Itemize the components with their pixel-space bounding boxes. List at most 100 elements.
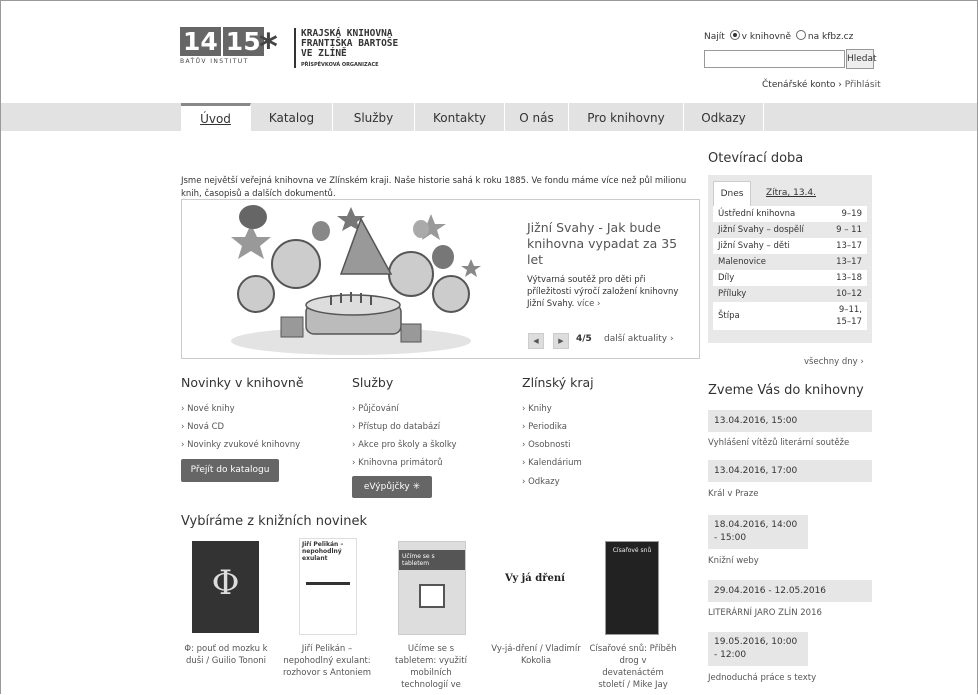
library-name[interactable]: KRAJSKÁ KNIHOVNA FRANTIŠKA BARTOŠE VE ZL… <box>301 29 398 59</box>
news-link-new-cds[interactable]: › Nová CD <box>181 422 224 432</box>
tab-o-nas[interactable]: O nás <box>505 103 569 131</box>
hours-time: 9–11, 15–17 <box>836 305 862 327</box>
book-caption-cisarove[interactable]: Císařové snů: Příběh drog v devatenáctém… <box>588 643 678 691</box>
radio-website[interactable] <box>795 30 806 40</box>
carousel-image[interactable] <box>181 199 521 357</box>
region-link-books[interactable]: › Knihy <box>522 404 552 414</box>
radio-library[interactable] <box>729 30 740 40</box>
events-heading: Zveme Vás do knihovny <box>708 383 864 398</box>
event-date: 13.04.2016, 15:00 <box>708 410 872 432</box>
evypujcky-button[interactable]: eVýpůjčky ✳ <box>352 476 432 498</box>
logo-bracket <box>294 28 299 68</box>
tablet-icon <box>419 584 445 608</box>
logo-box-15: 15 <box>222 27 264 56</box>
region-link-periodicals[interactable]: › Periodika <box>522 422 567 432</box>
event-title[interactable]: Jednoduchá práce s texty <box>708 673 816 683</box>
bata-institute-logo[interactable]: 14 15 BAŤŮV INSTITUT <box>180 27 266 65</box>
event-date: 18.04.2016, 14:00 - 15:00 <box>708 515 808 549</box>
region-link-persons[interactable]: › Osobnosti <box>522 440 571 450</box>
book-caption-pelikan[interactable]: Jiří Pelikán – nepohodlný exulant: rozho… <box>282 643 372 679</box>
search-input[interactable] <box>704 50 845 68</box>
book-cover-pelikan[interactable]: Jiří Pelikán – nepohodlný exulant <box>299 538 357 635</box>
news-heading: Novinky v knihovně <box>181 375 304 390</box>
hours-place: Jižní Svahy – děti <box>718 241 790 251</box>
news-link-audio[interactable]: › Novinky zvukové knihovny <box>181 440 300 450</box>
event-date: 13.04.2016, 17:00 <box>708 460 872 482</box>
hours-place: Štípa <box>718 311 740 321</box>
tab-uvod[interactable]: Úvod <box>181 103 251 131</box>
carousel-text: Výtvarná soutěž pro děti při příležitost… <box>527 274 687 310</box>
hours-time: 13–18 <box>836 273 862 283</box>
book-cover-cisarove[interactable]: Císařové snů <box>605 541 659 635</box>
radio-library-label: v knihovně <box>741 32 792 42</box>
catalog-button[interactable]: Přejít do katalogu <box>181 459 279 482</box>
hours-row: Malenovice 13–17 <box>713 254 867 270</box>
book-caption-phi[interactable]: Φ: pouť od mozku k duši / Guilio Tononi <box>181 643 271 667</box>
hours-row: Ústřední knihovna 9–19 <box>713 206 867 222</box>
library-name-line-3: VE ZLÍNĚ <box>301 48 347 59</box>
event-date: 29.04.2016 - 12.05.2016 <box>708 580 872 602</box>
radio-website-label: na kfbz.cz <box>807 32 854 42</box>
login-link[interactable]: Přihlásit <box>845 80 881 90</box>
tab-odkazy[interactable]: Odkazy <box>684 103 764 131</box>
library-subtitle: PŘÍSPĚVKOVÁ ORGANIZACE <box>301 62 379 68</box>
tab-pro-knihovny[interactable]: Pro knihovny <box>569 103 684 131</box>
services-link-mayors[interactable]: › Knihovna primátorů <box>352 458 443 468</box>
carousel-title[interactable]: Jižní Svahy - Jak bude knihovna vypadat … <box>527 220 687 268</box>
region-link-links[interactable]: › Odkazy <box>522 477 560 487</box>
search-button[interactable]: Hledat <box>846 49 877 69</box>
services-link-databases[interactable]: › Přístup do databází <box>352 422 440 432</box>
region-link-calendar[interactable]: › Kalendárium <box>522 458 582 468</box>
all-days-link[interactable]: všechny dny › <box>804 357 864 367</box>
services-link-schools[interactable]: › Akce pro školy a školky <box>352 440 457 450</box>
tab-today[interactable]: Dnes <box>713 181 751 206</box>
reader-account-link[interactable]: Čtenářské konto › <box>762 80 842 90</box>
book-picks-heading: Vybíráme z knižních novinek <box>181 514 367 529</box>
book-cover-pelikan-rule <box>306 582 350 585</box>
carousel-prev-icon[interactable]: ◀ <box>528 333 544 349</box>
tab-tomorrow[interactable]: Zítra, 13.4. <box>753 181 829 205</box>
carousel-next-icon[interactable]: ▶ <box>553 333 569 349</box>
event-title[interactable]: Knižní weby <box>708 556 759 566</box>
account-links: Čtenářské konto › Přihlásit <box>762 80 881 90</box>
hours-time: 10–12 <box>836 289 862 299</box>
hours-row: Díly 13–18 <box>713 270 867 286</box>
book-caption-tablet[interactable]: Učíme se s tabletem: využití mobilních t… <box>386 643 476 691</box>
book-cover-vyjadreni[interactable]: Vy já dření <box>497 573 573 584</box>
hours-place: Díly <box>718 273 735 283</box>
event-title[interactable]: Vyhlášení vítězů literární soutěže <box>708 438 849 448</box>
services-link-lending[interactable]: › Půjčování <box>352 404 399 414</box>
library-star-logo-icon[interactable]: * <box>259 30 278 66</box>
hours-row: Jižní Svahy – dospělí 9 – 11 <box>713 222 867 238</box>
hours-row: Štípa 9–11, 15–17 <box>713 302 867 330</box>
book-cover-phi[interactable]: Φ <box>192 541 259 633</box>
services-heading: Služby <box>352 375 394 390</box>
opening-hours-table: Ústřední knihovna 9–19 Jižní Svahy – dosp… <box>713 206 867 330</box>
tab-katalog[interactable]: Katalog <box>251 103 333 131</box>
search-scope: Najít v knihovně na kfbz.cz <box>704 30 853 42</box>
intro-text: Jsme největší veřejná knihovna ve Zlínsk… <box>181 176 687 199</box>
carousel-more-link[interactable]: více › <box>577 299 600 309</box>
book-caption-vyjadreni[interactable]: Vy-já-dření / Vladimír Kokolia <box>491 643 581 667</box>
event-title[interactable]: Král v Praze <box>708 489 758 499</box>
hours-row: Příluky 10–12 <box>713 286 867 302</box>
region-heading: Zlínský kraj <box>522 375 594 390</box>
book-cover-phi-symbol: Φ <box>211 563 240 603</box>
event-title[interactable]: LITERÁRNÍ JARO ZLÍN 2016 <box>708 608 822 618</box>
news-link-new-books[interactable]: › Nové knihy <box>181 404 235 414</box>
hours-time: 9 – 11 <box>836 225 862 235</box>
search-label: Najít <box>704 32 725 42</box>
event-date: 19.05.2016, 10:00 - 12:00 <box>708 632 808 666</box>
hours-place: Malenovice <box>718 257 767 267</box>
carousel-description: Výtvarná soutěž pro děti při příležitost… <box>527 275 679 309</box>
hours-place: Ústřední knihovna <box>718 209 796 219</box>
hours-place: Příluky <box>718 289 747 299</box>
hours-time: 9–19 <box>841 209 862 219</box>
carousel-counter: 4/5 <box>576 334 592 344</box>
logo-subtitle: BAŤŮV INSTITUT <box>180 58 249 65</box>
tab-sluzby[interactable]: Služby <box>333 103 415 131</box>
book-cover-tablet[interactable]: Učíme se s tabletem <box>398 541 466 635</box>
more-news-link[interactable]: další aktuality › <box>604 334 674 344</box>
hours-time: 13–17 <box>836 241 862 251</box>
tab-kontakty[interactable]: Kontakty <box>415 103 505 131</box>
